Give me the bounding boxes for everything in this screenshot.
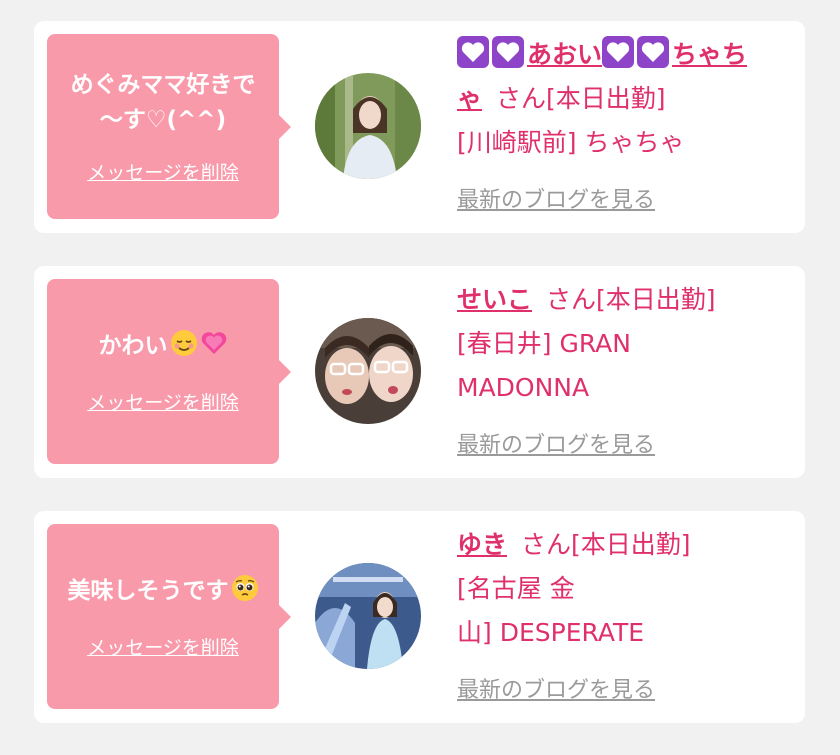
- cast-info: せいこ さん[本日出勤] [春日井] GRAN MADONNA: [457, 278, 787, 410]
- message-line: 〜す♡(^^): [99, 107, 227, 133]
- message-line: 美味しそうです: [67, 577, 229, 604]
- message-card: かわい メッセージを削除 せいこ さん[本日出勤] [春日井] GRAN MADO…: [34, 266, 805, 478]
- message-line: かわい: [98, 332, 168, 359]
- delete-message-link[interactable]: メッセージを削除: [87, 158, 239, 185]
- relieved-face-emoji: [170, 329, 198, 368]
- message-bubble: めぐみママ好きで 〜す♡(^^) メッセージを削除: [47, 34, 291, 219]
- avatar[interactable]: [315, 563, 421, 669]
- message-line: めぐみママ好きで: [70, 72, 256, 98]
- cast-name-link[interactable]: ゆき: [457, 530, 507, 559]
- cast-status: さん[本日出勤]: [546, 285, 716, 314]
- message-text: かわい: [89, 329, 238, 368]
- delete-message-link[interactable]: メッセージを削除: [87, 388, 239, 415]
- cast-info: ゆき さん[本日出勤] [名古屋 金 山] DESPERATE: [457, 523, 787, 655]
- message-bubble: かわい メッセージを削除: [47, 279, 291, 464]
- cast-name-link[interactable]: ゃ: [457, 84, 482, 113]
- purple-heart-icon: [457, 36, 489, 68]
- cast-status: さん[本日出勤]: [521, 530, 691, 559]
- message-text: めぐみママ好きで 〜す♡(^^): [61, 68, 266, 138]
- pleading-face-emoji: [231, 574, 259, 613]
- delete-message-link[interactable]: メッセージを削除: [87, 633, 239, 660]
- cast-name-link[interactable]: せいこ: [457, 285, 532, 314]
- latest-blog-link[interactable]: 最新のブログを見る: [457, 427, 655, 459]
- purple-heart-icon: [602, 36, 635, 68]
- shop-name: [名古屋 金: [457, 574, 575, 603]
- growing-heart-emoji: [200, 329, 228, 368]
- shop-name: [春日井] GRAN: [457, 329, 631, 358]
- message-card: めぐみママ好きで 〜す♡(^^) メッセージを削除 あおい ちゃちゃさん[本日出勤…: [34, 21, 805, 233]
- shop-name: MADONNA: [457, 373, 590, 402]
- message-card: 美味しそうです メッセージを削除 ゆき さん[本日出勤] [名古屋 金 山] DE…: [34, 511, 805, 723]
- purple-heart-icon: [637, 36, 670, 68]
- shop-name: [川崎駅前] ちゃちゃ: [457, 128, 685, 157]
- cast-name-link[interactable]: ちゃち: [672, 40, 747, 69]
- latest-blog-link[interactable]: 最新のブログを見る: [457, 672, 655, 704]
- purple-heart-icon: [492, 36, 524, 68]
- avatar[interactable]: [315, 318, 421, 424]
- latest-blog-link[interactable]: 最新のブログを見る: [457, 182, 655, 214]
- message-text: 美味しそうです: [58, 574, 269, 613]
- cast-info: あおい ちゃちゃさん[本日出勤] [川崎駅前] ちゃちゃ: [457, 33, 787, 165]
- cast-status: さん[本日出勤]: [496, 84, 666, 113]
- avatar[interactable]: [315, 73, 421, 179]
- cast-name-link[interactable]: あおい: [527, 40, 602, 69]
- message-bubble: 美味しそうです メッセージを削除: [47, 524, 291, 709]
- shop-name: 山] DESPERATE: [457, 618, 645, 647]
